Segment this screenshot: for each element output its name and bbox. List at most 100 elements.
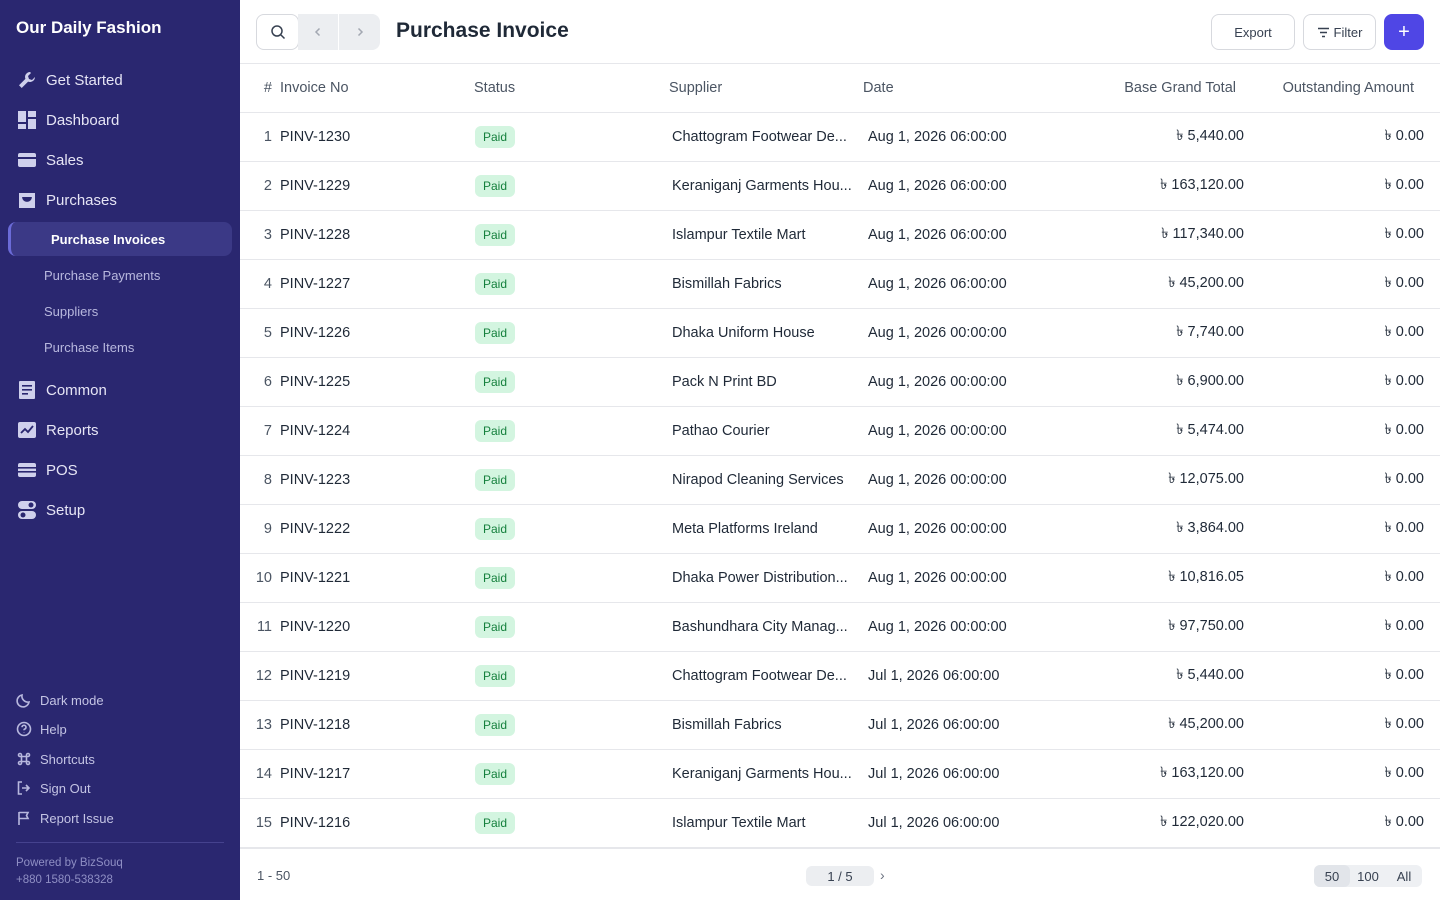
next-page-button[interactable]: › — [880, 867, 885, 883]
invoice-number[interactable]: PINV-1229 — [280, 162, 460, 210]
table-row[interactable]: 3 PINV-1228 Paid Islampur Textile Mart Aug 1… — [240, 211, 1440, 260]
status-badge: Paid — [475, 567, 516, 589]
column-header-outstanding-amount[interactable]: Outstanding Amount — [1270, 64, 1414, 112]
column-header-index: # — [263, 80, 272, 96]
sidebar-subitem-purchase-items[interactable]: Purchase Items — [8, 330, 232, 364]
help-label: Help — [40, 721, 67, 737]
supplier-name: Pack N Print BD — [672, 374, 777, 390]
report-issue-label: Report Issue — [40, 810, 114, 826]
invoice-number[interactable]: PINV-1224 — [280, 407, 460, 455]
table-row[interactable]: 1 PINV-1230 Paid Chattogram Footwear De... A… — [240, 113, 1440, 162]
column-header-date[interactable]: Date — [863, 64, 1073, 112]
row-index: 9 — [263, 521, 272, 537]
invoice-number[interactable]: PINV-1228 — [280, 211, 460, 259]
column-header-status[interactable]: Status — [474, 64, 594, 112]
table-row[interactable]: 13 PINV-1218 Paid Bismillah Fabrics Jul 1, 2… — [240, 701, 1440, 750]
invoice-date: Aug 1, 2026 06:00:00 — [868, 276, 1007, 292]
add-invoice-button[interactable]: + — [1384, 14, 1424, 50]
sidebar-subitem-purchase-payments[interactable]: Purchase Payments — [8, 258, 232, 292]
supplier-cell: Keraniganj Garments Hou... — [672, 750, 852, 798]
report-issue-link[interactable]: Report Issue — [16, 806, 114, 830]
forward-button[interactable] — [339, 14, 380, 50]
column-header-base-grand-total[interactable]: Base Grand Total — [1100, 64, 1236, 112]
table-row[interactable]: 6 PINV-1225 Paid Pack N Print BD Aug 1, 2026… — [240, 358, 1440, 407]
invoice-table: # Invoice No Status Supplier Date Base G… — [240, 64, 1440, 848]
dark-mode-toggle[interactable]: Dark mode — [16, 688, 104, 712]
filter-button[interactable]: Filter — [1303, 14, 1376, 50]
invoice-number[interactable]: PINV-1221 — [280, 554, 460, 602]
status-badge: Paid — [475, 175, 516, 197]
status-cell: Paid — [475, 456, 595, 504]
invoice-number[interactable]: PINV-1219 — [280, 652, 460, 700]
table-row[interactable]: 15 PINV-1216 Paid Islampur Textile Mart Jul … — [240, 799, 1440, 848]
sidebar-item-label: Dashboard — [46, 111, 120, 129]
table-row[interactable]: 12 PINV-1219 Paid Chattogram Footwear De...… — [240, 652, 1440, 701]
column-header-supplier[interactable]: Supplier — [669, 64, 849, 112]
table-row[interactable]: 4 PINV-1227 Paid Bismillah Fabrics Aug 1, 20… — [240, 260, 1440, 309]
sidebar-item-reports[interactable]: Reports — [8, 412, 232, 448]
sidebar-item-setup[interactable]: Setup — [8, 492, 232, 528]
column-header-invoice-no[interactable]: Invoice No — [280, 64, 460, 112]
search-button[interactable] — [256, 14, 299, 50]
sign-out-link[interactable]: Sign Out — [16, 776, 91, 800]
invoice-number[interactable]: PINV-1225 — [280, 358, 460, 406]
table-row[interactable]: 2 PINV-1229 Paid Keraniganj Garments Hou...… — [240, 162, 1440, 211]
sidebar-item-common[interactable]: Common — [8, 372, 232, 408]
sidebar-item-label: Reports — [46, 421, 99, 439]
page-size-all[interactable]: All — [1386, 865, 1422, 887]
sidebar-subitem-suppliers[interactable]: Suppliers — [8, 294, 232, 328]
invoice-number[interactable]: PINV-1230 — [280, 113, 460, 161]
sidebar-item-pos[interactable]: POS — [8, 452, 232, 488]
sign-out-label: Sign Out — [40, 780, 91, 796]
status-cell: Paid — [475, 358, 595, 406]
table-row[interactable]: 8 PINV-1223 Paid Nirapod Cleaning Services A… — [240, 456, 1440, 505]
row-index: 3 — [263, 227, 272, 243]
invoice-number[interactable]: PINV-1217 — [280, 750, 460, 798]
status-cell: Paid — [475, 799, 595, 847]
page-size-100[interactable]: 100 — [1350, 865, 1386, 887]
sidebar-item-sales[interactable]: Sales — [8, 142, 232, 178]
invoice-number[interactable]: PINV-1222 — [280, 505, 460, 553]
sidebar-item-dashboard[interactable]: Dashboard — [8, 102, 232, 138]
row-index: 15 — [255, 815, 272, 831]
back-button[interactable] — [298, 14, 339, 50]
sidebar-item-label: Sales — [46, 151, 84, 169]
export-button[interactable]: Export — [1211, 14, 1295, 50]
supplier-name: Islampur Textile Mart — [672, 227, 806, 243]
table-row[interactable]: 7 PINV-1224 Paid Pathao Courier Aug 1, 2026 … — [240, 407, 1440, 456]
table-row[interactable]: 11 PINV-1220 Paid Bashundhara City Manag...… — [240, 603, 1440, 652]
powered-by: Powered by BizSouq +880 1580-538328 — [16, 855, 123, 889]
table-row[interactable]: 14 PINV-1217 Paid Keraniganj Garments Hou..… — [240, 750, 1440, 799]
invoice-date: Jul 1, 2026 06:00:00 — [868, 766, 1000, 782]
search-icon — [270, 25, 285, 40]
invoice-number[interactable]: PINV-1220 — [280, 603, 460, 651]
supplier-cell: Pack N Print BD — [672, 358, 852, 406]
supplier-cell: Chattogram Footwear De... — [672, 652, 852, 700]
table-row[interactable]: 5 PINV-1226 Paid Dhaka Uniform House Aug 1, … — [240, 309, 1440, 358]
page-size-50[interactable]: 50 — [1314, 865, 1350, 887]
sidebar-item-get-started[interactable]: Get Started — [8, 62, 232, 98]
invoice-number[interactable]: PINV-1223 — [280, 456, 460, 504]
supplier-cell: Nirapod Cleaning Services — [672, 456, 852, 504]
sidebar-item-purchases[interactable]: Purchases — [8, 182, 232, 218]
shortcuts-link[interactable]: Shortcuts — [16, 747, 95, 771]
outstanding-amount: ৳ 0.00 — [1384, 765, 1424, 781]
invoice-date: Jul 1, 2026 06:00:00 — [868, 815, 1000, 831]
supplier-name: Dhaka Uniform House — [672, 325, 815, 341]
table-row[interactable]: 9 PINV-1222 Paid Meta Platforms Ireland Aug … — [240, 505, 1440, 554]
status-badge: Paid — [475, 763, 516, 785]
pagination-footer: 1 - 50 1 / 5 › 50 100 All — [240, 848, 1440, 900]
help-link[interactable]: Help — [16, 717, 67, 741]
invoice-number[interactable]: PINV-1226 — [280, 309, 460, 357]
invoice-number[interactable]: PINV-1216 — [280, 799, 460, 847]
sidebar-item-label: Purchases — [46, 191, 117, 209]
invoice-date: Jul 1, 2026 06:00:00 — [868, 668, 1000, 684]
table-row[interactable]: 10 PINV-1221 Paid Dhaka Power Distribution.… — [240, 554, 1440, 603]
invoice-number[interactable]: PINV-1218 — [280, 701, 460, 749]
page-indicator[interactable]: 1 / 5 — [806, 866, 874, 886]
row-index: 2 — [263, 178, 272, 194]
outstanding-amount: ৳ 0.00 — [1384, 177, 1424, 193]
sidebar-subitem-purchase-invoices[interactable]: Purchase Invoices — [8, 222, 232, 256]
dark-mode-label: Dark mode — [40, 692, 104, 708]
invoice-number[interactable]: PINV-1227 — [280, 260, 460, 308]
